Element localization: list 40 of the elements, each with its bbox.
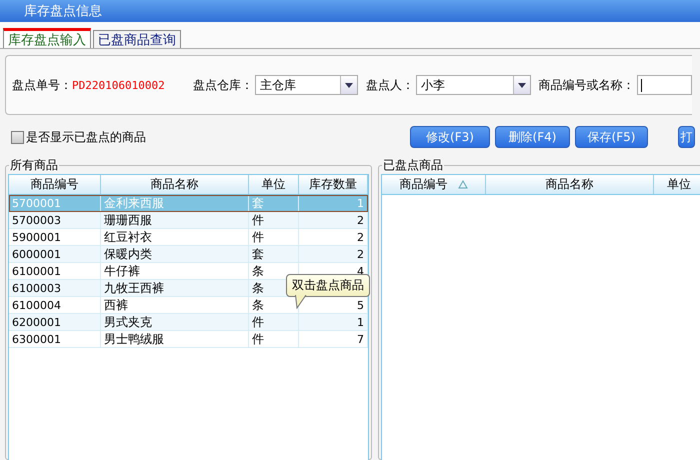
table-row[interactable]: 5700003 珊珊西服 件 2 xyxy=(9,212,368,229)
table-cell: 男士鸭绒服 xyxy=(101,331,249,348)
field-label: 商品编号或名称： xyxy=(538,76,635,94)
field-label: 盘点人： xyxy=(366,76,414,94)
field-label: 盘点单号： xyxy=(12,76,72,94)
column-header[interactable]: 商品编号 xyxy=(382,175,486,194)
dropdown[interactable]: 小李 xyxy=(416,75,531,95)
window-title: 库存盘点信息 xyxy=(0,0,700,22)
action-button[interactable]: 保存(F5) xyxy=(575,126,648,148)
tab[interactable]: 已盘商品查询 xyxy=(93,30,181,48)
column-header[interactable]: 商品名称 xyxy=(101,175,249,194)
table-cell: 7 xyxy=(299,331,368,348)
field-label: 盘点仓库： xyxy=(192,76,253,94)
table-row[interactable]: 6100004 西裤 条 5 xyxy=(9,297,368,314)
group-title: 已盘点商品 xyxy=(382,157,444,174)
column-header[interactable]: 单位 xyxy=(249,175,299,194)
caret-icon xyxy=(518,82,526,88)
table-row[interactable]: 6200001 男式夹克 件 1 xyxy=(9,314,368,331)
dropdown[interactable]: 主仓库 xyxy=(254,75,358,95)
action-button[interactable]: 修改(F3) xyxy=(410,126,490,148)
sort-icon xyxy=(458,180,468,189)
table-row[interactable]: 6000001 保暖内类 套 2 xyxy=(9,246,368,263)
table-cell: 6300001 xyxy=(9,331,101,348)
action-button[interactable]: 删除(F4) xyxy=(495,126,570,148)
action-button[interactable]: 打 xyxy=(678,126,695,148)
table-row[interactable]: 6300001 男士鸭绒服 件 7 xyxy=(9,331,368,348)
group-title: 所有商品 xyxy=(9,157,59,174)
table-cell: 件 xyxy=(249,331,299,348)
column-header[interactable]: 单位 xyxy=(654,175,700,194)
checkbox-label: 是否显示已盘点的商品 xyxy=(26,128,146,146)
tooltip-tail xyxy=(295,295,307,309)
caret-icon xyxy=(344,82,353,88)
checkbox[interactable] xyxy=(11,130,24,144)
order-number: PD220106010002 xyxy=(72,78,166,92)
tab[interactable]: 库存盘点输入 xyxy=(3,28,91,48)
column-header[interactable]: 商品名称 xyxy=(486,175,654,194)
column-header[interactable]: 库存数量 xyxy=(299,175,368,194)
column-header[interactable]: 商品编号 xyxy=(9,175,101,194)
table-row[interactable]: 5900001 红豆衬衣 件 2 xyxy=(9,229,368,246)
search-field[interactable] xyxy=(636,75,692,95)
